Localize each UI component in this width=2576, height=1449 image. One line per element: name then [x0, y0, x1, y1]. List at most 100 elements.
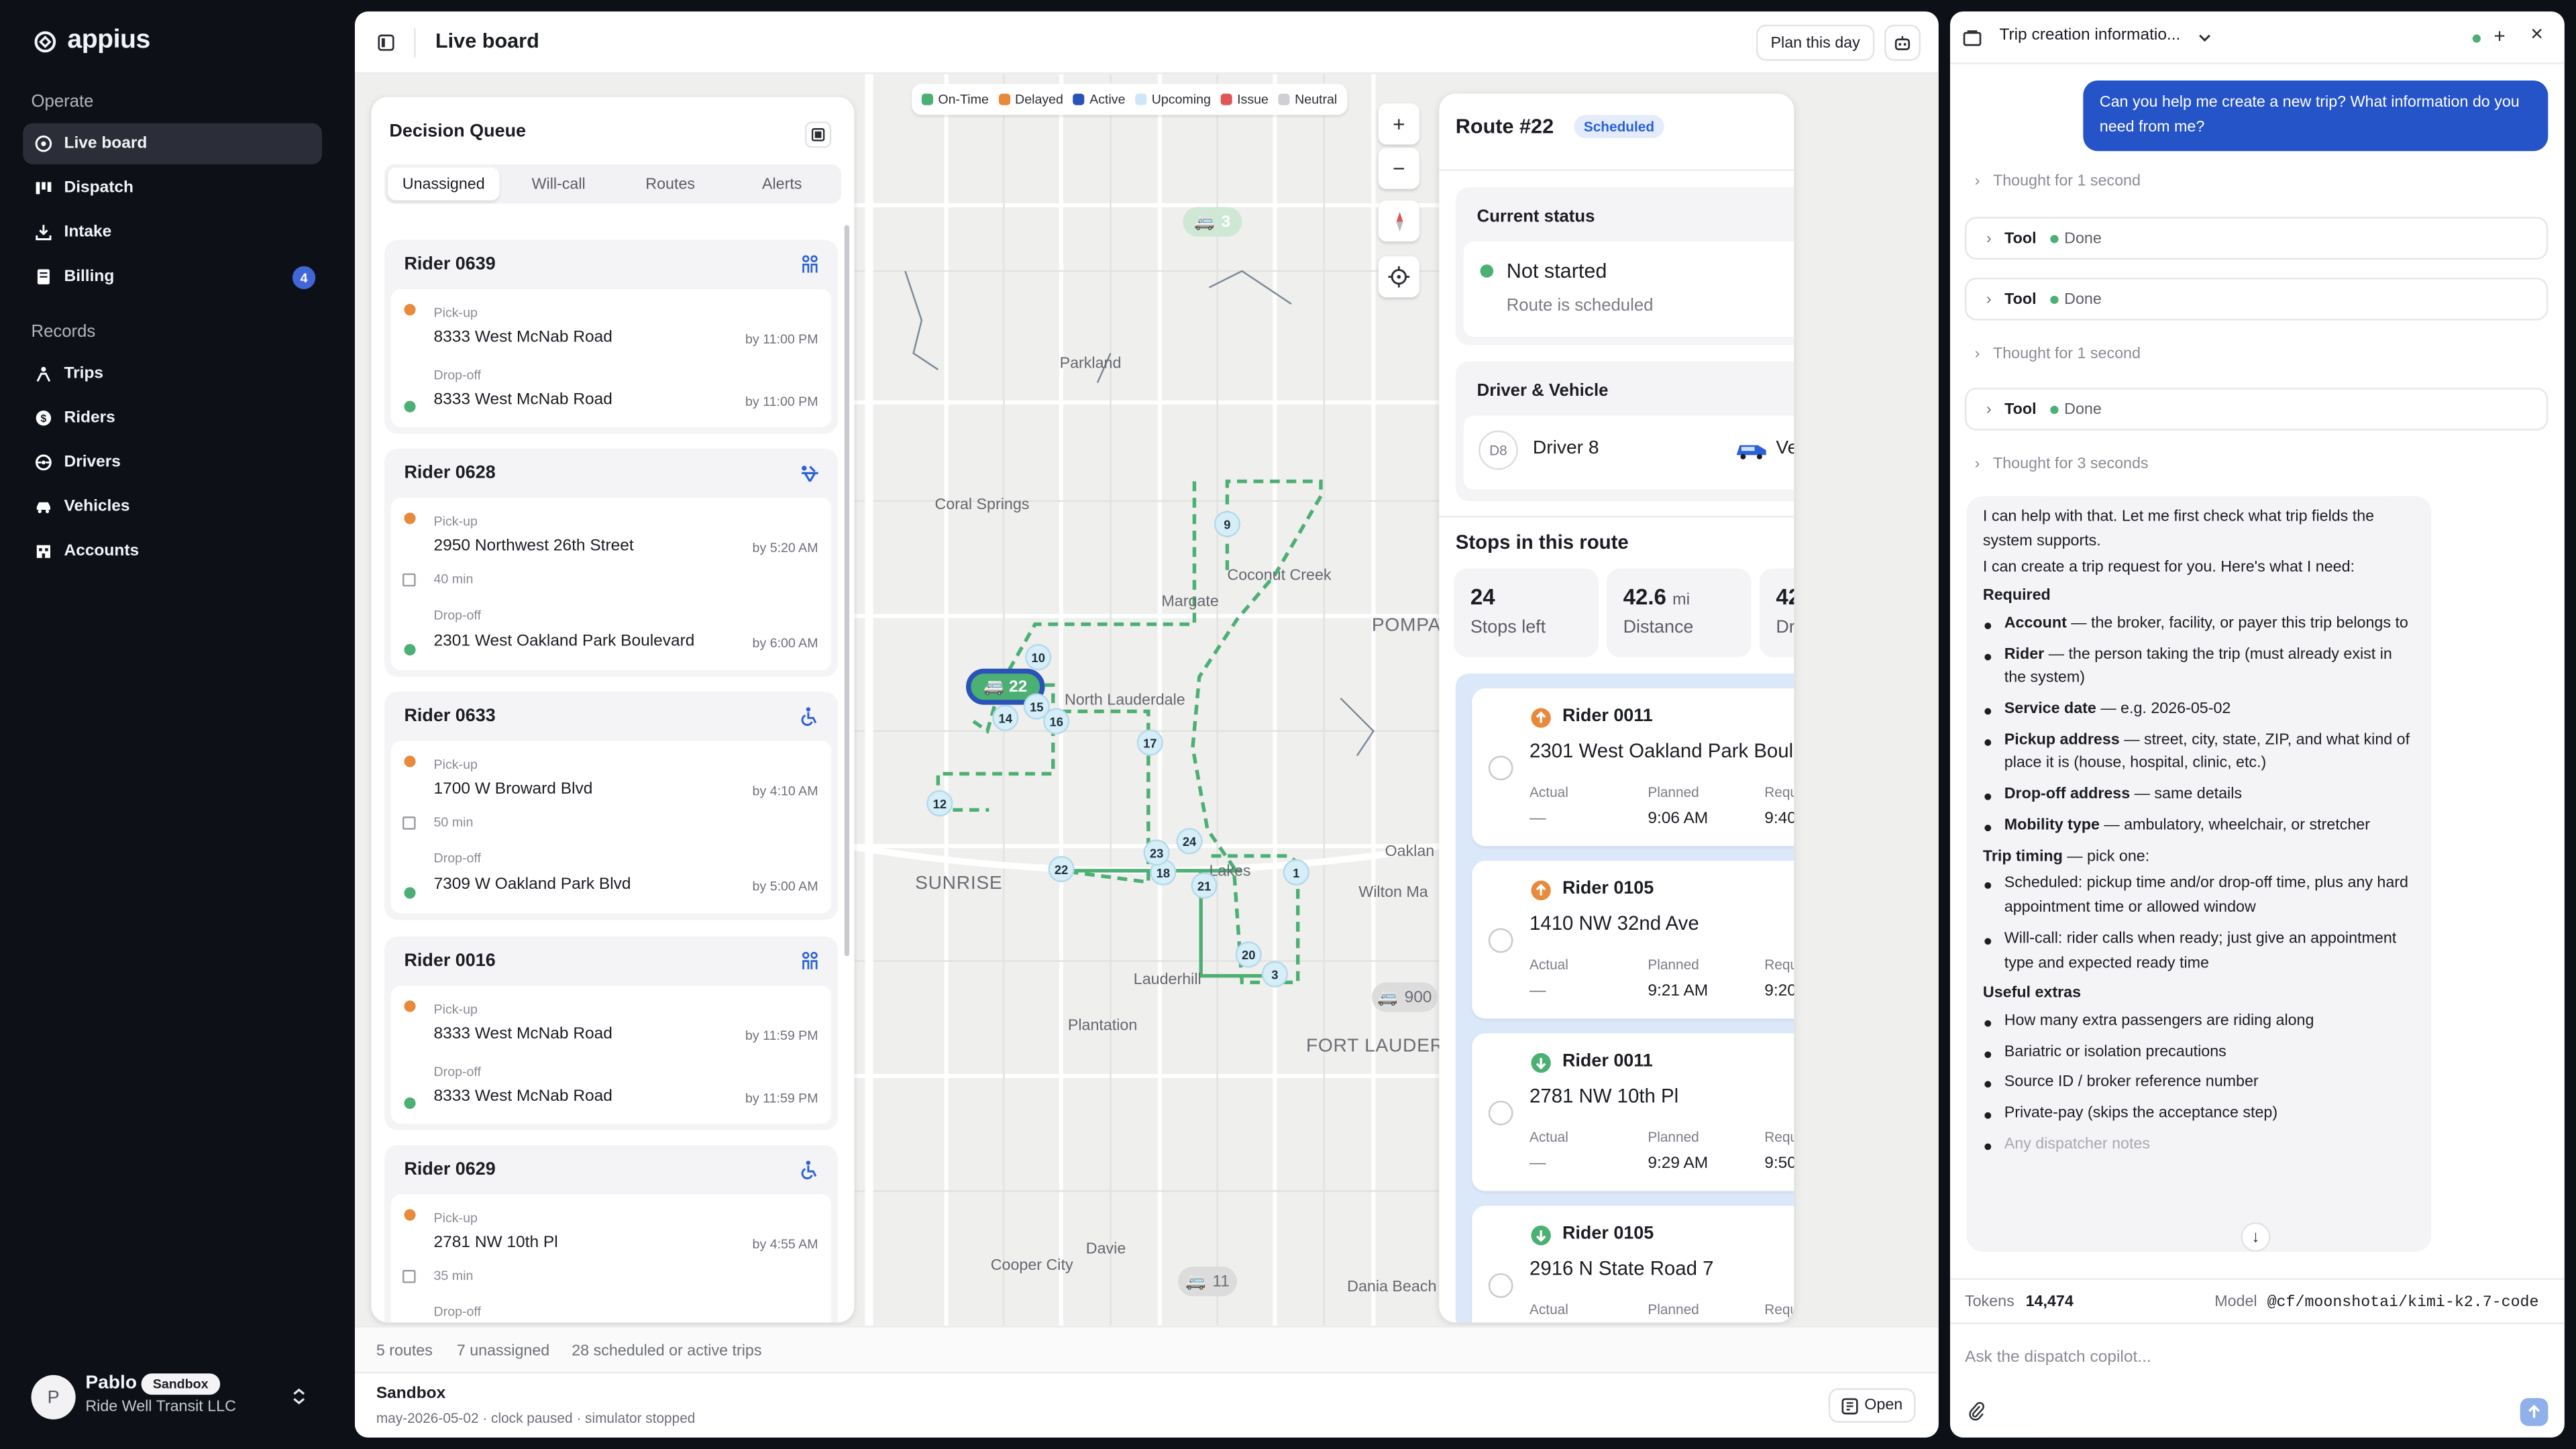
tool-step[interactable]: › Tool Done [1964, 277, 2548, 321]
rider-card[interactable]: Rider 0629 Pick-up 2781 NW 10th Pl by 4:… [384, 1144, 838, 1323]
stop-marker[interactable]: 9 [1214, 511, 1240, 537]
list-item: Rider — the person taking the trip (must… [1983, 643, 2415, 692]
vehicle-cluster[interactable]: 🚐 11 [1177, 1267, 1238, 1297]
paperclip-icon[interactable] [1968, 1401, 1984, 1421]
status-title: Not started [1506, 259, 1607, 283]
locate-button[interactable] [1378, 256, 1419, 298]
thought-step[interactable]: › Thought for 1 second [1975, 172, 2141, 191]
driver-vehicle-box[interactable]: D8 Driver 8 Vehicle #22 [1464, 415, 1794, 490]
stop-marker[interactable]: 21 [1191, 872, 1218, 899]
car-icon: 🚐 [983, 678, 1004, 696]
planned-time: 9:06 AM [1648, 810, 1709, 828]
dropoff-address: 2301 West Oakland Park Boulevard [433, 632, 695, 651]
nav-dispatch[interactable]: Dispatch [23, 168, 322, 209]
chat-input[interactable]: Ask the dispatch copilot... [1965, 1349, 2151, 1367]
robot-button[interactable] [1884, 24, 1921, 61]
open-label: Open [1864, 1396, 1903, 1415]
pickup-address: 1700 W Broward Blvd [433, 780, 593, 799]
model-name[interactable]: @cf/moonshotai/kimi-k2.7-code [2267, 1293, 2539, 1311]
zoom-in-button[interactable]: + [1378, 103, 1419, 145]
planned-time: 9:29 AM [1648, 1155, 1709, 1173]
stop-marker[interactable]: 17 [1136, 729, 1163, 756]
stop-select-checkbox[interactable] [1488, 1100, 1513, 1126]
stop-marker[interactable]: 1 [1283, 859, 1309, 886]
thought-step[interactable]: › Thought for 3 seconds [1975, 455, 2149, 473]
chat-history-icon[interactable] [1963, 30, 1982, 46]
vehicle-cluster[interactable]: 🚐 900 [1371, 982, 1438, 1012]
app-logo[interactable]: appius [33, 26, 150, 56]
collapse-queue-button[interactable] [805, 121, 832, 148]
nav-vehicles[interactable]: Vehicles [23, 486, 322, 527]
compass-button[interactable] [1378, 200, 1419, 242]
stop-select-checkbox[interactable] [1488, 755, 1513, 781]
chevron-down-icon[interactable] [2198, 33, 2212, 43]
tab-will-call[interactable]: Will-call [502, 168, 614, 201]
rider-name: Rider 0633 [404, 706, 496, 727]
actual-time: — [1529, 810, 1546, 828]
tab-unassigned[interactable]: Unassigned [387, 167, 500, 201]
place-label: Plantation [1067, 1016, 1138, 1035]
nav-billing[interactable]: Billing 4 [23, 256, 322, 297]
current-status-card: Current status Not started Route is sche… [1455, 187, 1794, 345]
pickup-arrow-icon [1531, 880, 1551, 901]
stop-marker[interactable]: 12 [926, 790, 953, 817]
car-icon: 🚐 [1377, 988, 1398, 1007]
queue-scrollbar[interactable] [844, 225, 850, 957]
plan-this-day-button[interactable]: Plan this day [1756, 24, 1875, 61]
nav-trips[interactable]: Trips [23, 354, 322, 394]
rider-card[interactable]: Rider 0016 Pick-up 8333 West McNab Road … [384, 936, 838, 1130]
stop-select-checkbox[interactable] [1488, 1273, 1513, 1298]
stop-marker[interactable]: 23 [1143, 839, 1170, 866]
chat-title[interactable]: Trip creation informatio... [1999, 26, 2180, 44]
vehicle-cluster[interactable]: 🚐 3 [1183, 207, 1242, 237]
tab-routes[interactable]: Routes [614, 168, 727, 201]
trip-duration: 35 min [433, 1268, 474, 1283]
rider-card[interactable]: Rider 0633 Pick-up 1700 W Broward Blvd b… [384, 692, 838, 920]
zoom-out-button[interactable]: − [1378, 148, 1419, 189]
nav-label: Riders [64, 409, 115, 427]
user-menu[interactable]: P Pablo Sandbox Ride Well Transit LLC [31, 1373, 321, 1422]
stop-select-checkbox[interactable] [1488, 928, 1513, 953]
stop-rider-name: Rider 0105 [1562, 879, 1654, 899]
stop-marker[interactable]: 3 [1261, 961, 1289, 987]
dropoff-arrow-icon [1531, 1053, 1551, 1073]
driver-name: Driver 8 [1532, 438, 1599, 459]
send-button[interactable] [2520, 1398, 2548, 1426]
open-button[interactable]: Open [1828, 1388, 1916, 1423]
nav-live-board[interactable]: Live board [23, 123, 323, 164]
tab-alerts[interactable]: Alerts [726, 168, 838, 201]
scroll-down-button[interactable]: ↓ [2241, 1222, 2271, 1252]
stop-card[interactable]: Rider 0011 2301 West Oakland Park Boulev… [1472, 688, 1794, 847]
thought-step[interactable]: › Thought for 1 second [1975, 345, 2141, 363]
stop-card[interactable]: Rider 0011 2781 NW 10th Pl Actual Planne… [1472, 1033, 1794, 1191]
nav-riders[interactable]: $ Riders [23, 398, 322, 439]
new-chat-button[interactable]: + [2494, 25, 2506, 48]
tool-step[interactable]: › Tool Done [1964, 217, 2548, 260]
nav-accounts[interactable]: Accounts [23, 531, 322, 572]
tool-step[interactable]: › Tool Done [1964, 387, 2548, 431]
dropoff-time: by 6:00 AM [752, 635, 818, 651]
stop-marker[interactable]: 14 [992, 704, 1019, 731]
stop-marker[interactable]: 16 [1043, 708, 1070, 735]
stop-marker[interactable]: 10 [1025, 644, 1052, 671]
stop-card[interactable]: Rider 0105 1410 NW 32nd Ave Actual Plann… [1472, 861, 1794, 1019]
stop-marker[interactable]: 20 [1235, 941, 1262, 968]
stop-marker[interactable]: 24 [1176, 828, 1203, 855]
rider-card[interactable]: Rider 0628 Pick-up 2950 Northwest 26th S… [384, 448, 838, 677]
current-status-label: Current status [1477, 207, 1595, 227]
stop-marker[interactable]: 22 [1048, 855, 1075, 883]
planned-label: Planned [1648, 784, 1699, 800]
close-panel-button[interactable]: ✕ [2530, 26, 2544, 44]
rider-card[interactable]: Rider 0639 Pick-up 8333 West McNab Road … [384, 239, 838, 434]
nav-drivers[interactable]: Drivers [23, 442, 322, 483]
stop-card[interactable]: Rider 0105 2916 N State Road 7 Actual Pl… [1472, 1205, 1794, 1323]
nav-intake[interactable]: Intake [23, 212, 322, 253]
sidebar-toggle-icon[interactable] [378, 34, 394, 51]
place-label: SUNRISE [915, 873, 1003, 894]
list-item: Account — the broker, facility, or payer… [1983, 612, 2415, 637]
model-label: Model [2214, 1293, 2257, 1311]
list-item: Source ID / broker reference number [1983, 1072, 2415, 1096]
rider-name: Rider 0628 [404, 463, 496, 484]
dispatch-icon [36, 182, 52, 195]
stat-value: 423 [1776, 584, 1794, 610]
